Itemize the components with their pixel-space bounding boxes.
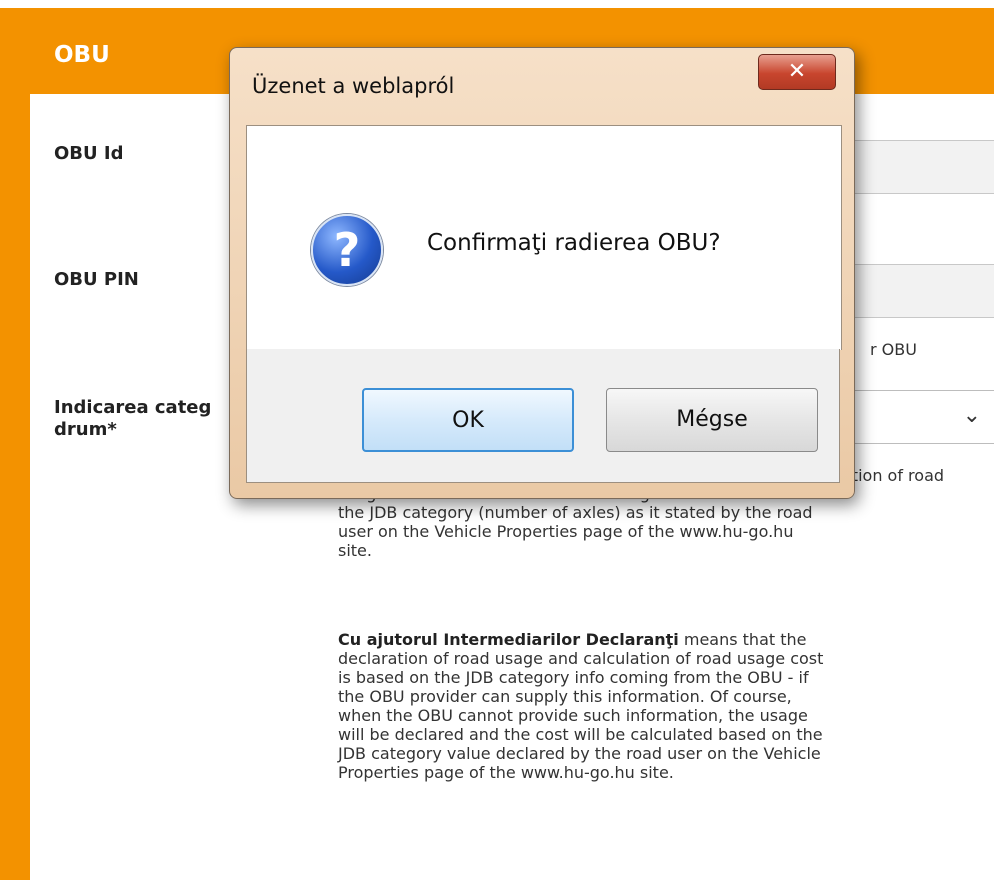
desc-line: Properties page of the www.hu-go.hu site… xyxy=(338,763,674,782)
page-top-strip xyxy=(0,0,994,8)
desc-line: Cu ajutorul Intermediarilor Declaranţi m… xyxy=(338,630,994,649)
desc-text: means that the xyxy=(678,630,807,649)
obu-id-label: OBU Id xyxy=(54,143,124,164)
desc-line: JDB category value declared by the road … xyxy=(338,744,821,763)
desc-line: declaration of road usage and calculatio… xyxy=(338,649,824,668)
dialog-body: ? Confirmaţi radierea OBU? xyxy=(246,125,842,350)
desc-paragraph-2: Cu ajutorul Intermediarilor Declaranţi m… xyxy=(338,630,994,782)
obu-pin-label: OBU PIN xyxy=(54,269,139,290)
desc-line: user on the Vehicle Properties page of t… xyxy=(338,522,794,541)
question-icon: ? xyxy=(311,214,383,286)
dialog-title: Üzenet a weblapról xyxy=(252,74,455,98)
desc-line: is based on the JDB category info coming… xyxy=(338,668,809,687)
desc-line: site. xyxy=(338,541,372,560)
desc-line: the JDB category (number of axles) as it… xyxy=(338,503,813,522)
jdb-category-label-line2: drum* xyxy=(54,419,117,440)
close-icon: ✕ xyxy=(787,59,807,84)
desc-para1-partial: ation of road xyxy=(842,466,945,485)
jdb-category-label: Indicarea categ drum* xyxy=(54,397,211,441)
chevron-down-icon: ⌄ xyxy=(962,403,981,428)
desc-line: when the OBU cannot provide such informa… xyxy=(338,706,808,725)
cancel-button[interactable]: Mégse xyxy=(606,388,818,452)
confirm-dialog: Üzenet a weblapról ✕ ? Confirmaţi radier… xyxy=(229,47,855,499)
close-button[interactable]: ✕ xyxy=(758,54,836,90)
desc-line: the OBU provider can supply this informa… xyxy=(338,687,792,706)
dialog-message: Confirmaţi radierea OBU? xyxy=(427,230,721,256)
ok-button[interactable]: OK xyxy=(362,388,574,452)
panel-title: OBU xyxy=(54,42,110,68)
desc-line: will be declared and the cost will be ca… xyxy=(338,725,823,744)
panel-left-border xyxy=(0,8,30,880)
obu-hint-text: r OBU xyxy=(870,340,917,359)
jdb-category-label-line1: Indicarea categ xyxy=(54,397,212,418)
desc-bold-term: Cu ajutorul Intermediarilor Declaranţi xyxy=(338,630,679,649)
